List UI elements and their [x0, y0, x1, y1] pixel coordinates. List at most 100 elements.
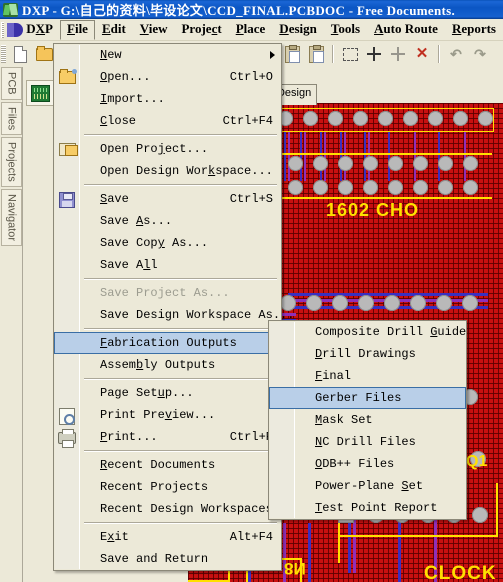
pcb-pad — [288, 156, 303, 171]
menubar-item-auto-route[interactable]: Auto Route — [367, 20, 445, 39]
file-menu-item-save-all[interactable]: Save All — [54, 254, 281, 276]
deselect-button[interactable] — [387, 43, 409, 65]
save-disk-icon — [57, 190, 77, 208]
panel-tab-navigator[interactable]: Navigator — [1, 188, 22, 246]
pcb-designator: CLOCK — [424, 563, 497, 582]
paste-button[interactable] — [281, 43, 303, 65]
file-menu-separator — [84, 184, 277, 186]
paste-clipboard-icon — [285, 45, 300, 63]
file-menu-item-open-project[interactable]: Open Project... — [54, 138, 281, 160]
pcb-pad — [410, 295, 426, 311]
file-menu-item-save-as[interactable]: Save As... — [54, 210, 281, 232]
fabrication-submenu-item-mask-set[interactable]: Mask Set — [269, 409, 466, 431]
fabrication-submenu-item-label: Composite Drill Guide — [315, 325, 467, 339]
pcb-pad — [306, 295, 322, 311]
file-menu-item-import[interactable]: Import... — [54, 88, 281, 110]
pcb-pad — [388, 180, 403, 195]
pcb-silkscreen — [496, 483, 498, 537]
file-menu-item-close[interactable]: Close Ctrl+F4 — [54, 110, 281, 132]
file-menu-item-shortcut: Ctrl+O — [229, 70, 273, 84]
fabrication-submenu-item-drill-drawings[interactable]: Drill Drawings — [269, 343, 466, 365]
menubar-item-edit[interactable]: Edit — [95, 20, 133, 39]
file-menu-item-save-design-workspace-as[interactable]: Save Design Workspace As... — [54, 304, 294, 326]
panel-tab-pcb[interactable]: PCB — [1, 67, 22, 100]
file-menu-item-label: Open Design Workspace... — [100, 164, 273, 178]
red-x-icon: ✕ — [415, 45, 429, 62]
file-menu-item-recent-documents[interactable]: Recent Documents — [54, 454, 281, 476]
file-menu-item-label: Save — [100, 192, 129, 206]
open-document-button[interactable] — [33, 43, 55, 65]
pcb-trace — [364, 131, 366, 181]
clear-selection-button[interactable]: ✕ — [411, 43, 433, 65]
undo-button[interactable]: ↶ — [445, 43, 467, 65]
pcb-pad — [328, 111, 343, 126]
pcb-document-button[interactable] — [26, 80, 54, 106]
file-menu-item-exit[interactable]: Exit Alt+F4 — [54, 526, 281, 548]
fabrication-submenu-item-test-point-report[interactable]: Test Point Report — [269, 497, 466, 519]
file-menu-item-fabrication-outputs[interactable]: Fabrication Outputs — [54, 332, 281, 354]
pcb-pad — [332, 295, 348, 311]
menubar-item-tools[interactable]: Tools — [324, 20, 367, 39]
pcb-pad — [358, 295, 374, 311]
pcb-silkscreen — [256, 197, 492, 199]
file-menu-item-label: Save and Return — [100, 552, 209, 566]
toolbar-separator — [332, 45, 334, 63]
file-menu-item-assembly-outputs[interactable]: Assembly Outputs — [54, 354, 281, 376]
pcb-trace — [438, 131, 440, 181]
select-area-button[interactable] — [339, 43, 361, 65]
menu-bar: DXP File Edit View Project Place Design Tools Au… — [0, 19, 503, 41]
fabrication-submenu-item-odb-files[interactable]: ODB++ Files — [269, 453, 466, 475]
file-menu-item-open-design-workspace[interactable]: Open Design Workspace... — [54, 160, 281, 182]
file-menu-item-label: Close — [100, 114, 137, 128]
fabrication-submenu-item-label: NC Drill Files — [315, 435, 416, 449]
fabrication-submenu-item-composite-drill-guide[interactable]: Composite Drill Guide — [269, 321, 466, 343]
menubar-item-project[interactable]: Project — [174, 20, 228, 39]
move-selection-button[interactable] — [363, 43, 385, 65]
new-document-button[interactable] — [9, 43, 31, 65]
file-menu-item-print-preview[interactable]: Print Preview... — [54, 404, 281, 426]
file-menu-item-label: Print Preview... — [100, 408, 216, 422]
file-menu-item-save-copy-as[interactable]: Save Copy As... — [54, 232, 281, 254]
pcb-pad — [453, 111, 468, 126]
file-menu-popup: New Open... Ctrl+O Import... Close Ctrl+F4 Ope… — [53, 43, 294, 571]
file-menu-item-page-setup[interactable]: Page Setup... — [54, 382, 281, 404]
menubar-drag-grip[interactable] — [1, 21, 5, 38]
panel-tab-files[interactable]: Files — [1, 101, 22, 135]
file-menu-item-recent-design-workspaces[interactable]: Recent Design Workspaces — [54, 498, 281, 520]
file-menu-item-save-and-return[interactable]: Save and Return — [54, 548, 281, 570]
file-menu-item-print[interactable]: Print... Ctrl+P — [54, 426, 281, 448]
fabrication-submenu-item-gerber-files[interactable]: Gerber Files — [269, 387, 466, 409]
file-menu-item-new[interactable]: New — [54, 44, 281, 66]
menubar-item-reports[interactable]: Reports — [445, 20, 503, 39]
fabrication-submenu-item-final[interactable]: Final — [269, 365, 466, 387]
file-menu-item-shortcut: Ctrl+P — [229, 430, 273, 444]
panel-tab-projects[interactable]: Projects — [1, 136, 22, 187]
pcb-silkscreen — [256, 153, 492, 155]
menubar-item-place[interactable]: Place — [229, 20, 273, 39]
pcb-pad — [313, 156, 328, 171]
fabrication-submenu-item-power-plane-set[interactable]: Power-Plane Set — [269, 475, 466, 497]
file-menu-item-label: Recent Projects — [100, 480, 209, 494]
file-menu-item-label: Fabrication Outputs — [100, 336, 237, 350]
file-menu-item-open[interactable]: Open... Ctrl+O — [54, 66, 281, 88]
pcb-pad — [413, 156, 428, 171]
menubar-item-file[interactable]: File — [60, 19, 95, 40]
file-menu-item-save[interactable]: Save Ctrl+S — [54, 188, 281, 210]
pcb-pad — [438, 156, 453, 171]
fabrication-submenu-item-nc-drill-files[interactable]: NC Drill Files — [269, 431, 466, 453]
file-menu-item-shortcut: Alt+F4 — [229, 530, 273, 544]
paste-special-button[interactable] — [305, 43, 327, 65]
file-menu-item-recent-projects[interactable]: Recent Projects — [54, 476, 281, 498]
menubar-item-design[interactable]: Design — [272, 20, 324, 39]
file-menu-item-label: Exit — [100, 530, 129, 544]
file-menu-separator — [84, 522, 277, 524]
redo-button[interactable]: ↷ — [469, 43, 491, 65]
pcb-trace — [288, 131, 290, 181]
file-menu-item-label: Import... — [100, 92, 165, 106]
file-menu-item-label: Save Copy As... — [100, 236, 209, 250]
file-menu-item-label: Save All — [100, 258, 158, 272]
file-menu-item-label: Save Project As... — [100, 286, 230, 300]
menubar-item-dxp[interactable]: DXP — [19, 20, 60, 39]
menubar-item-view[interactable]: View — [133, 20, 175, 39]
toolbar-drag-grip[interactable] — [1, 45, 6, 63]
